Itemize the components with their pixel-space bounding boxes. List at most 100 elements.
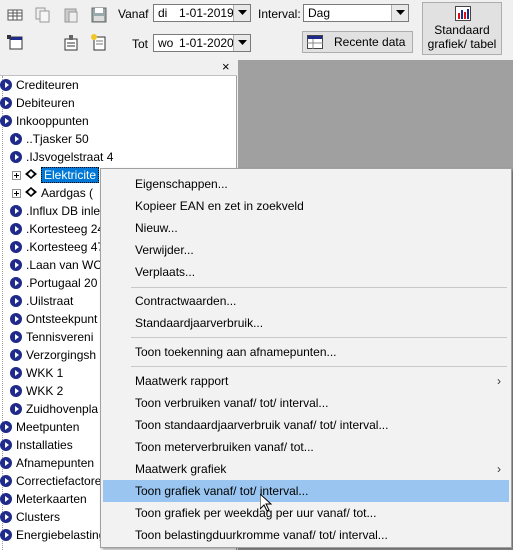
tree-item[interactable]: .Portugaal 20 bbox=[10, 274, 97, 292]
tree-item[interactable]: Afnamepunten bbox=[0, 454, 94, 472]
tree-item[interactable]: WKK 1 bbox=[10, 364, 63, 382]
tree-item[interactable]: WKK 2 bbox=[10, 382, 63, 400]
tree-item[interactable]: Zuidhovenpla bbox=[10, 400, 98, 418]
node-icon bbox=[0, 97, 12, 109]
tot-label: Tot bbox=[132, 37, 149, 51]
save-icon[interactable] bbox=[88, 4, 110, 26]
tree-item[interactable]: Debiteuren bbox=[0, 94, 75, 112]
context-menu: Eigenschappen... Kopieer EAN en zet in z… bbox=[100, 168, 512, 548]
tree-item[interactable]: .Uilstraat bbox=[10, 292, 73, 310]
menu-item-show-standard-usage[interactable]: Toon standaardjaarverbruik vanaf/ tot/ i… bbox=[103, 414, 509, 436]
node-icon bbox=[10, 295, 22, 307]
chevron-down-icon[interactable] bbox=[391, 5, 408, 21]
grid-icon[interactable] bbox=[4, 4, 26, 26]
tree-item[interactable]: .Kortesteeg 24 bbox=[10, 220, 104, 238]
recent-data-label: Recente data bbox=[334, 35, 406, 49]
menu-item-show-load-duration[interactable]: Toon belastingduurkromme vanaf/ tot/ int… bbox=[103, 524, 509, 546]
close-icon[interactable]: × bbox=[222, 59, 230, 74]
tree-item[interactable]: ..Tjasker 50 bbox=[10, 130, 89, 148]
tree-item[interactable]: Ontsteekpunt bbox=[10, 310, 97, 328]
expand-icon[interactable] bbox=[12, 170, 21, 180]
tree-item[interactable]: Installaties bbox=[0, 436, 73, 454]
menu-item-move[interactable]: Verplaats... bbox=[103, 261, 509, 283]
node-icon bbox=[0, 475, 12, 487]
tree-item[interactable]: Clusters bbox=[0, 508, 60, 526]
tree-item[interactable]: Correctiefactoren bbox=[0, 472, 108, 490]
menu-separator bbox=[131, 366, 507, 367]
standard-chart-table-button[interactable]: Standaard grafiek/ tabel bbox=[422, 2, 502, 55]
menu-item-copy-ean[interactable]: Kopieer EAN en zet in zoekveld bbox=[103, 195, 509, 217]
copy-icon[interactable] bbox=[32, 4, 54, 26]
menu-item-contract-values[interactable]: Contractwaarden... bbox=[103, 290, 509, 312]
node-icon bbox=[0, 457, 12, 469]
menu-item-new[interactable]: Nieuw... bbox=[103, 217, 509, 239]
expand-icon[interactable] bbox=[12, 188, 21, 198]
menu-item-show-chart[interactable]: Toon grafiek vanaf/ tot/ interval... bbox=[103, 480, 509, 502]
meter-icon bbox=[24, 186, 38, 201]
tree-item[interactable]: Meetpunten bbox=[0, 418, 79, 436]
standard-label-line2: grafiek/ tabel bbox=[427, 37, 497, 51]
node-icon bbox=[10, 331, 22, 343]
tree-item[interactable]: Crediteuren bbox=[0, 76, 79, 94]
menu-separator bbox=[131, 287, 507, 288]
node-icon bbox=[10, 313, 22, 325]
node-icon bbox=[0, 421, 12, 433]
tree-item[interactable]: .IJsvogelstraat 4 bbox=[10, 148, 113, 166]
standard-label-line1: Standaard bbox=[434, 23, 490, 37]
menu-item-show-chart-weekday[interactable]: Toon grafiek per weekdag per uur vanaf/ … bbox=[103, 502, 509, 524]
vanaf-date-field[interactable]: di 1-01-2019 bbox=[153, 4, 251, 22]
interval-label: Interval: bbox=[258, 7, 301, 21]
chevron-right-icon: › bbox=[497, 462, 501, 476]
tree-item[interactable]: .Influx DB inle bbox=[10, 202, 100, 220]
node-icon bbox=[10, 151, 22, 163]
vanaf-label: Vanaf bbox=[118, 7, 149, 21]
menu-item-delete[interactable]: Verwijder... bbox=[103, 239, 509, 261]
tree-item[interactable]: Tennisvereni bbox=[10, 328, 93, 346]
interval-select[interactable]: Dag bbox=[303, 4, 409, 22]
node-icon bbox=[0, 79, 12, 91]
node-icon bbox=[0, 115, 12, 127]
tree-item-selected[interactable]: Elektricite bbox=[12, 166, 100, 184]
chevron-down-icon[interactable] bbox=[233, 5, 250, 21]
node-icon bbox=[0, 493, 12, 505]
menu-separator bbox=[131, 337, 507, 338]
menu-item-properties[interactable]: Eigenschappen... bbox=[103, 173, 509, 195]
menu-item-show-assignment[interactable]: Toon toekenning aan afnamepunten... bbox=[103, 341, 509, 363]
node-icon bbox=[0, 529, 12, 541]
node-icon bbox=[10, 133, 22, 145]
bar-chart-icon bbox=[455, 6, 471, 24]
node-icon bbox=[0, 439, 12, 451]
new-document-icon[interactable] bbox=[88, 32, 110, 54]
menu-item-standard-annual-usage[interactable]: Standaardjaarverbruik... bbox=[103, 312, 509, 334]
node-icon bbox=[10, 367, 22, 379]
node-icon bbox=[10, 277, 22, 289]
meter-icon bbox=[24, 168, 38, 183]
node-icon bbox=[10, 403, 22, 415]
node-icon bbox=[10, 241, 22, 253]
node-icon bbox=[10, 259, 22, 271]
paste-icon[interactable] bbox=[60, 4, 82, 26]
tree-item[interactable]: .Kortesteeg 47 bbox=[10, 238, 104, 256]
tree-item[interactable]: Verzorgingsh bbox=[10, 346, 96, 364]
tree-item[interactable]: Aardgas ( bbox=[12, 184, 93, 202]
node-icon bbox=[10, 223, 22, 235]
menu-item-show-meter-usage[interactable]: Toon meterverbruiken vanaf/ tot... bbox=[103, 436, 509, 458]
vanaf-day: di bbox=[158, 6, 168, 20]
interval-value: Dag bbox=[308, 6, 331, 20]
menu-item-custom-report[interactable]: Maatwerk rapport › bbox=[103, 370, 509, 392]
menu-item-show-usage[interactable]: Toon verbruiken vanaf/ tot/ interval... bbox=[103, 392, 509, 414]
tree-item[interactable]: .Laan van WC bbox=[10, 256, 102, 274]
recent-data-button[interactable]: Recente data bbox=[302, 31, 413, 53]
tot-date-field[interactable]: wo 1-01-2020 bbox=[153, 34, 251, 52]
node-icon bbox=[10, 349, 22, 361]
window-icon[interactable] bbox=[4, 32, 26, 54]
menu-item-custom-chart[interactable]: Maatwerk grafiek › bbox=[103, 458, 509, 480]
tree-item[interactable]: Meterkaarten bbox=[0, 490, 87, 508]
chevron-down-icon[interactable] bbox=[233, 35, 250, 51]
properties-icon[interactable] bbox=[60, 32, 82, 54]
mouse-cursor-icon bbox=[259, 492, 273, 515]
tree-item[interactable]: Inkooppunten bbox=[0, 112, 89, 130]
node-icon bbox=[10, 385, 22, 397]
vanaf-date: 1-01-2019 bbox=[179, 6, 234, 20]
tree-item[interactable]: Energiebelastings bbox=[0, 526, 111, 544]
